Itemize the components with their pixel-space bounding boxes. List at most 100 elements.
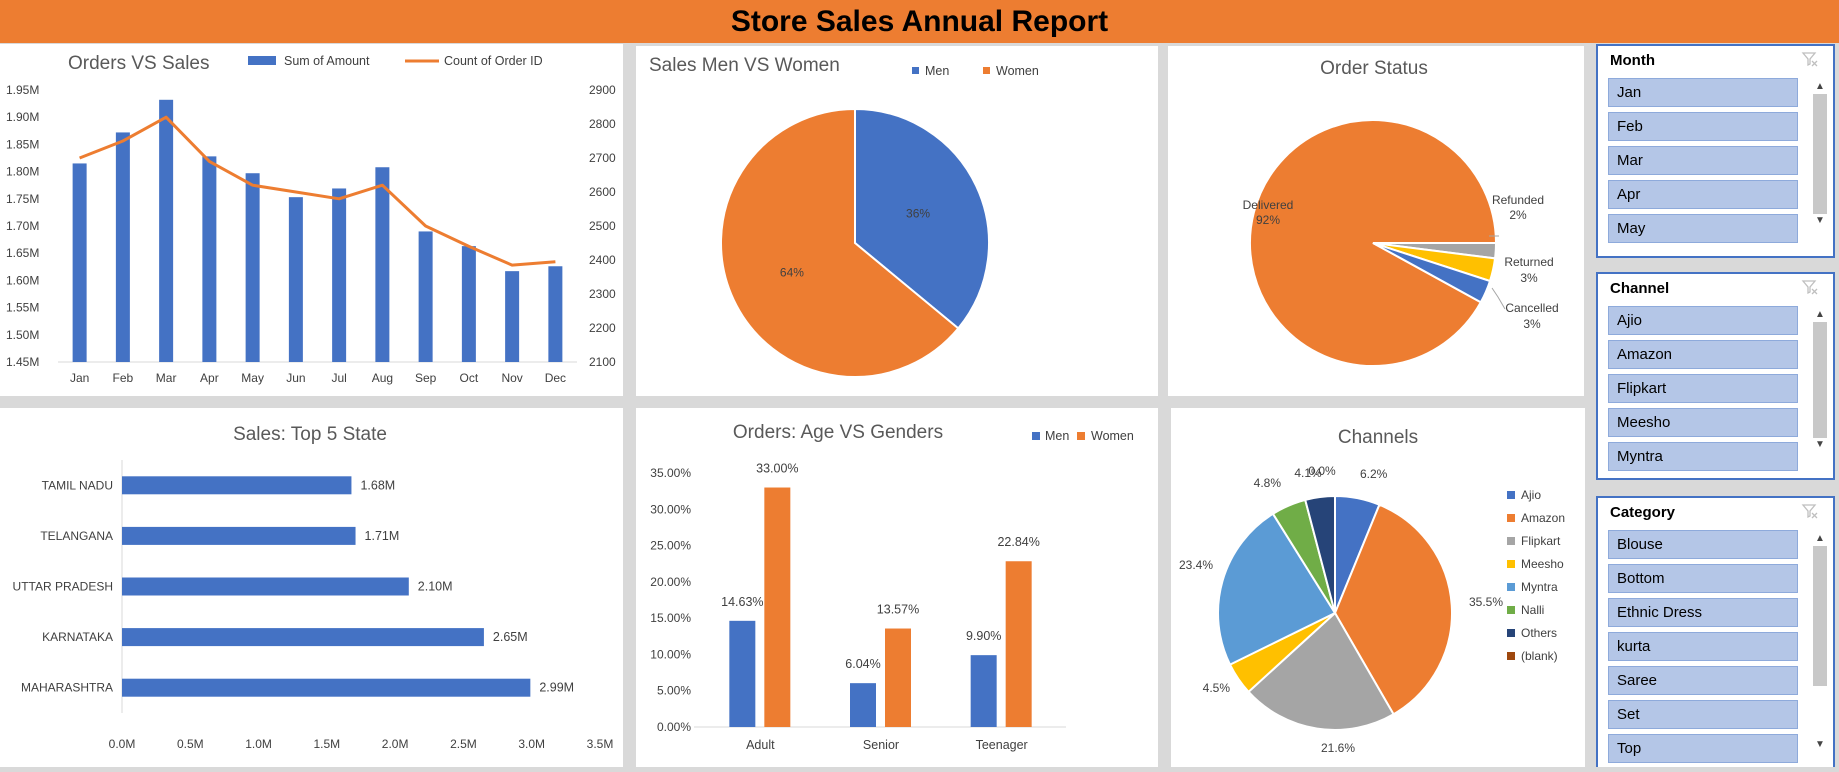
x-tick-label: 1.0M bbox=[245, 737, 272, 751]
y2-tick-label: 2900 bbox=[589, 83, 616, 97]
y-tick-label: 1.75M bbox=[6, 192, 39, 206]
scroll-up-icon[interactable]: ▲ bbox=[1811, 308, 1829, 322]
scroll-down-icon[interactable]: ▼ bbox=[1811, 738, 1829, 752]
slicer-item-myntra[interactable]: Myntra bbox=[1608, 442, 1798, 471]
chart-title: Sales Men VS Women bbox=[649, 55, 840, 76]
month-slicer[interactable]: Month Jan Feb Mar Apr May ▲ ▼ bbox=[1596, 44, 1835, 258]
y-tick-label: UTTAR PRADESH bbox=[13, 580, 113, 594]
y-tick-label: 25.00% bbox=[650, 539, 691, 553]
legend-swatch-ajio bbox=[1507, 491, 1515, 499]
slicer-item-set[interactable]: Set bbox=[1608, 700, 1798, 729]
slicer-item-ethnic-dress[interactable]: Ethnic Dress bbox=[1608, 598, 1798, 627]
data-label-telangana: 1.71M bbox=[365, 529, 400, 543]
scroll-thumb[interactable] bbox=[1813, 94, 1827, 214]
chart-title: Orders VS Sales bbox=[68, 53, 210, 74]
legend-swatch-women bbox=[983, 67, 990, 74]
bar-uttar-pradesh bbox=[122, 577, 409, 596]
legend-label-nalli: Nalli bbox=[1521, 603, 1544, 617]
slicer-item-mar[interactable]: Mar bbox=[1608, 146, 1798, 175]
bar-amount-mar bbox=[159, 99, 174, 363]
data-label-cancelled-name: Cancelled bbox=[1505, 301, 1558, 315]
legend-swatch-amazon bbox=[1507, 514, 1515, 522]
slicer-item-apr[interactable]: Apr bbox=[1608, 180, 1798, 209]
y-tick-label: 5.00% bbox=[657, 684, 691, 698]
bar-amount-aug bbox=[375, 167, 390, 362]
x-tick-label: Jan bbox=[70, 371, 89, 385]
x-tick-label: Nov bbox=[501, 371, 522, 385]
data-label-myntra: 23.4% bbox=[1179, 558, 1213, 572]
bar-amount-oct bbox=[461, 246, 476, 362]
x-tick-label: Oct bbox=[460, 371, 479, 385]
clear-filter-icon[interactable] bbox=[1801, 278, 1819, 296]
slicer-item-kurta[interactable]: kurta bbox=[1608, 632, 1798, 661]
scroll-down-icon[interactable]: ▼ bbox=[1811, 214, 1829, 228]
x-tick-label: Teenager bbox=[976, 738, 1028, 752]
slicer-item-may[interactable]: May bbox=[1608, 214, 1798, 243]
y-tick-label: 1.65M bbox=[6, 246, 39, 260]
y-tick-label: KARNATAKA bbox=[42, 630, 113, 644]
y-tick-label: 35.00% bbox=[650, 466, 691, 480]
y2-tick-label: 2700 bbox=[589, 151, 616, 165]
sales-men-women-chart: Sales Men VS Women Men Women 36% 64% bbox=[649, 55, 1039, 378]
y2-tick-label: 2600 bbox=[589, 185, 616, 199]
slicer-item-ajio[interactable]: Ajio bbox=[1608, 306, 1798, 335]
slicer-item-amazon[interactable]: Amazon bbox=[1608, 340, 1798, 369]
chart-title: Sales: Top 5 State bbox=[233, 424, 387, 445]
scrollbar[interactable]: ▲ ▼ bbox=[1811, 532, 1829, 752]
x-tick-label: Sep bbox=[415, 371, 437, 385]
data-label-refunded-value: 2% bbox=[1509, 208, 1527, 222]
legend-swatch-men bbox=[912, 67, 919, 74]
scroll-down-icon[interactable]: ▼ bbox=[1811, 438, 1829, 452]
legend-swatch-blank bbox=[1507, 652, 1515, 660]
slicer-list: Jan Feb Mar Apr May bbox=[1608, 78, 1798, 248]
x-tick-label: 3.0M bbox=[518, 737, 545, 751]
legend-label-meesho: Meesho bbox=[1521, 557, 1564, 571]
slicer-item-saree[interactable]: Saree bbox=[1608, 666, 1798, 695]
slicer-item-top[interactable]: Top bbox=[1608, 734, 1798, 763]
y-tick-label: 1.90M bbox=[6, 110, 39, 124]
legend-label-myntra: Myntra bbox=[1521, 580, 1558, 594]
x-tick-label: Dec bbox=[545, 371, 566, 385]
category-slicer[interactable]: Category Blouse Bottom Ethnic Dress kurt… bbox=[1596, 496, 1835, 767]
slicer-item-bottom[interactable]: Bottom bbox=[1608, 564, 1798, 593]
bar-amount-nov bbox=[505, 271, 520, 362]
y-tick-label: 1.85M bbox=[6, 137, 39, 151]
order-status-chart: Order Status Delivered92% Refunded2% Return… bbox=[1243, 58, 1559, 367]
legend-label-ajio: Ajio bbox=[1521, 488, 1541, 502]
data-label-delivered-name: Delivered bbox=[1243, 198, 1294, 212]
bar-men-adult bbox=[729, 620, 756, 727]
data-label-amazon: 35.5% bbox=[1469, 595, 1503, 609]
scrollbar[interactable]: ▲ ▼ bbox=[1811, 308, 1829, 452]
slicer-item-jan[interactable]: Jan bbox=[1608, 78, 1798, 107]
data-label-cancelled-value: 3% bbox=[1523, 317, 1541, 331]
slicer-item-flipkart[interactable]: Flipkart bbox=[1608, 374, 1798, 403]
slicer-item-feb[interactable]: Feb bbox=[1608, 112, 1798, 141]
legend-label-women: Women bbox=[1091, 429, 1134, 443]
data-label-blank: 0.0% bbox=[1308, 464, 1336, 478]
scroll-thumb[interactable] bbox=[1813, 546, 1827, 686]
y-tick-label: 0.00% bbox=[657, 720, 691, 734]
data-label-delivered-value: 92% bbox=[1256, 213, 1280, 227]
data-label-returned-value: 3% bbox=[1520, 271, 1538, 285]
slicer-list: Ajio Amazon Flipkart Meesho Myntra bbox=[1608, 306, 1798, 476]
scroll-up-icon[interactable]: ▲ bbox=[1811, 532, 1829, 546]
bar-men-teenager bbox=[970, 655, 997, 727]
scroll-thumb[interactable] bbox=[1813, 322, 1827, 438]
legend-swatch-myntra bbox=[1507, 583, 1515, 591]
bar-telangana bbox=[122, 526, 356, 545]
x-tick-label: 0.5M bbox=[177, 737, 204, 751]
bar-amount-sep bbox=[418, 231, 433, 362]
chart-title: Orders: Age VS Genders bbox=[733, 422, 943, 443]
x-tick-label: 2.0M bbox=[382, 737, 409, 751]
top5-state-panel: Sales: Top 5 State TAMIL NADU 1.68M TELANGA… bbox=[0, 408, 623, 767]
scroll-up-icon[interactable]: ▲ bbox=[1811, 80, 1829, 94]
clear-filter-icon[interactable] bbox=[1801, 50, 1819, 68]
slicer-item-meesho[interactable]: Meesho bbox=[1608, 408, 1798, 437]
scrollbar[interactable]: ▲ ▼ bbox=[1811, 80, 1829, 228]
channels-panel: Channels 6.2% 35.5% 21.6% 4.5% 23.4% 4.8% 4.1% 0… bbox=[1171, 408, 1585, 767]
clear-filter-icon[interactable] bbox=[1801, 502, 1819, 520]
slicer-item-blouse[interactable]: Blouse bbox=[1608, 530, 1798, 559]
channel-slicer[interactable]: Channel Ajio Amazon Flipkart Meesho Mynt… bbox=[1596, 272, 1835, 480]
y-tick-label: 30.00% bbox=[650, 502, 691, 516]
y-tick-label: 1.45M bbox=[6, 355, 39, 369]
